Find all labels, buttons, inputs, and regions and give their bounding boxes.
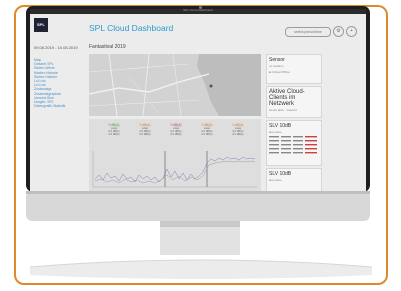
slv-card-2[interactable]: SLV 10dB last value — [266, 168, 322, 192]
page-title: SPL Cloud Dashboard — [89, 23, 174, 33]
sensor-card-status: ● Online/Offline — [269, 70, 290, 74]
map-view[interactable] — [89, 54, 261, 116]
kpi-line: 0.0 dB(A) — [170, 133, 182, 137]
spl-chart-panel: 0 dB(A) LAeq 0.0 dB(A) 0.0 dB(A) 0 dB(A)… — [89, 119, 261, 194]
section-title: Fantastival 2019 — [89, 44, 126, 50]
kpi-line: 0.0 dB(A) — [232, 133, 244, 137]
slv-card-2-sub: last value — [269, 178, 282, 182]
clients-card-title: Aktive Cloud-Clients im Netzwerk — [269, 89, 305, 107]
add-icon[interactable]: + — [346, 26, 357, 37]
logo[interactable]: SPL — [34, 18, 48, 32]
sensor-card-title: Sensor — [269, 57, 285, 63]
kpi-card: 0 dB(A) LAeq 0.0 dB(A) 0.0 dB(A) — [101, 123, 127, 145]
clients-total-label: Gesamt — [286, 108, 298, 112]
monitor-stand — [26, 191, 373, 279]
settings-icon[interactable]: ⚙ — [333, 26, 344, 37]
sidebar-item[interactable]: Datengrafik-Statistik — [34, 104, 65, 108]
clients-card-labels: Heute aktiv Gesamt — [267, 107, 321, 113]
slv-values-table — [269, 136, 317, 154]
slv-card-1[interactable]: SLV 10dB last value — [266, 120, 322, 166]
map-graphic — [89, 54, 261, 116]
clients-card[interactable]: Aktive Cloud-Clients im Netzwerk Heute a… — [266, 86, 322, 118]
menubar-title: SPL Cloud Dashboard — [183, 8, 213, 12]
sensor-status-text: Online/Offline — [271, 70, 290, 74]
period-select-button[interactable]: select period/time — [285, 27, 331, 37]
kpi-card: 0 dB(A) LAeq 0.0 dB(A) 0.0 dB(A) — [194, 123, 220, 145]
kpi-card: 0 dB(A) LAeq 0.0 dB(A) 0.0 dB(A) — [163, 123, 189, 145]
kpi-line: 0.0 dB(A) — [201, 133, 213, 137]
date-range: 09.08.2019 - 10.08.2019 — [34, 45, 78, 50]
sidebar-nav: Map Gesamt SPL Stufen-Werte Marker-Histo… — [34, 58, 65, 108]
slv-card-2-title: SLV 10dB — [269, 171, 292, 177]
dashboard-screen: SPL SPL Cloud Dashboard select period/ti… — [30, 14, 366, 194]
kpi-line: 0.0 dB(A) — [108, 133, 120, 137]
kpi-card: 0 dB(A) LAeq 0.0 dB(A) 0.0 dB(A) — [132, 123, 158, 145]
clients-today-label: Heute aktiv — [269, 108, 285, 112]
sensor-card[interactable]: Sensor no location ● Online/Offline — [266, 54, 322, 84]
kpi-line: 0.0 dB(A) — [139, 133, 151, 137]
spl-time-series — [92, 151, 257, 188]
logo-text: SPL — [37, 22, 45, 27]
slv-card-1-title: SLV 10dB — [269, 123, 292, 129]
kpi-card: 0 dB(A) LAeq 0.0 dB(A) 0.0 dB(A) — [225, 123, 251, 145]
